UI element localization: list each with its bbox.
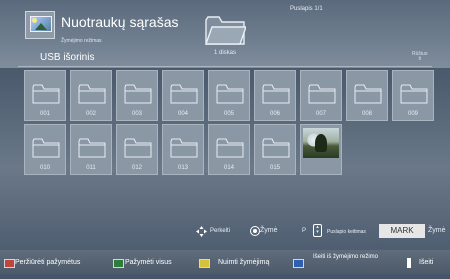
folder-item[interactable]: 006 (254, 70, 296, 121)
page-title: Nuotraukų sąrašas (61, 14, 179, 30)
folder-label: 004 (177, 111, 188, 117)
folder-item[interactable]: 015 (254, 124, 296, 175)
disk-count: 1 diskas (214, 50, 237, 56)
footer-bar: Peržiūrėti pažymėtus Pažymėti visus Nuim… (0, 250, 450, 274)
folder-icon (78, 138, 106, 158)
tree-shape (315, 134, 327, 152)
folder-item[interactable]: 008 (346, 70, 388, 121)
folder-label: 001 (39, 111, 50, 117)
folder-label: 015 (269, 165, 280, 171)
folder-label: 005 (223, 111, 234, 117)
page-indicator: Puslapis 1/1 (290, 6, 323, 12)
folder-icon (205, 16, 246, 45)
folder-icon (262, 84, 290, 104)
folder-item[interactable]: 007 (300, 70, 342, 121)
mark-button[interactable]: MARK (379, 224, 425, 238)
folder-label: 009 (407, 111, 418, 117)
folder-icon (170, 138, 198, 158)
folder-label: 002 (85, 111, 96, 117)
folder-icon (32, 138, 60, 158)
move-arrows-icon (196, 226, 207, 237)
folder-label: 008 (361, 111, 372, 117)
green-key-icon (113, 259, 124, 268)
folder-label: 006 (269, 111, 280, 117)
folder-item[interactable]: 011 (70, 124, 112, 175)
mode-label: Žymėjimo režimas (61, 38, 102, 44)
folder-label: 013 (177, 165, 188, 171)
folder-icon (216, 138, 244, 158)
folder-item[interactable]: 003 (116, 70, 158, 121)
folder-icon (78, 84, 106, 104)
sort-button[interactable]: Rūšiuo ti (412, 52, 428, 62)
photo-list-screen: Nuotraukų sąrašas Žymėjimo režimas Pusla… (0, 0, 450, 279)
sort-label: Rūšiuo ti (412, 51, 428, 62)
folder-label: 014 (223, 165, 234, 171)
mark-suffix: Žymė (428, 227, 446, 234)
p-hint: P (302, 228, 307, 234)
photo-thumbnail[interactable] (300, 124, 342, 175)
folder-label: 012 (131, 165, 142, 171)
folder-item[interactable]: 005 (208, 70, 250, 121)
folder-item[interactable]: 012 (116, 124, 158, 175)
exit-action[interactable]: Išeiti (419, 259, 433, 266)
folder-icon (32, 84, 60, 104)
view-marked-action[interactable]: Peržiūrėti pažymėtus (15, 259, 80, 266)
folder-icon (262, 138, 290, 158)
folder-item[interactable]: 014 (208, 124, 250, 175)
header: Nuotraukų sąrašas Žymėjimo režimas Pusla… (0, 0, 450, 68)
blue-key-icon (293, 259, 304, 268)
source-label: USB išorinis (40, 52, 95, 63)
divider (18, 66, 432, 67)
folder-label: 011 (86, 165, 96, 171)
folder-item[interactable]: 013 (162, 124, 204, 175)
page-mode-hint: Puslapio keitimas (327, 229, 366, 235)
folder-icon (308, 84, 336, 104)
red-key-icon (4, 259, 15, 268)
folder-item[interactable]: 004 (162, 70, 204, 121)
folder-icon (216, 84, 244, 104)
unmark-all-action[interactable]: Nuimti žymėjimą (218, 259, 269, 266)
folder-icon (354, 84, 382, 104)
yellow-key-icon (199, 259, 210, 268)
photo-app-icon (25, 11, 55, 39)
help-bar: Perkelti Žymė P ▴ ▾ Puslapio keitimas MAR… (0, 222, 450, 242)
move-hint: Perkelti (210, 228, 231, 234)
exit-mark-mode-action[interactable]: Išeiti iš žymėjimo režimo (313, 254, 393, 261)
folder-icon (124, 84, 152, 104)
ok-button-icon (250, 226, 260, 236)
folder-icon (400, 84, 428, 104)
folder-grid: 001 002 003 004 005 006 007 008 009 010 011 012 013 0… (24, 70, 444, 210)
exit-key-icon (407, 258, 411, 268)
folder-item[interactable]: 009 (392, 70, 434, 121)
mark-all-action[interactable]: Pažymėti visus (125, 259, 172, 266)
folder-item[interactable]: 001 (24, 70, 66, 121)
folder-label: 007 (315, 111, 326, 117)
folder-label: 003 (131, 111, 142, 117)
mark-hint: Žymė (260, 227, 278, 234)
page-updown-icon: ▴ ▾ (313, 224, 322, 237)
folder-item[interactable]: 010 (24, 124, 66, 175)
folder-icon (124, 138, 152, 158)
folder-icon (170, 84, 198, 104)
folder-label: 010 (39, 165, 50, 171)
folder-item[interactable]: 002 (70, 70, 112, 121)
